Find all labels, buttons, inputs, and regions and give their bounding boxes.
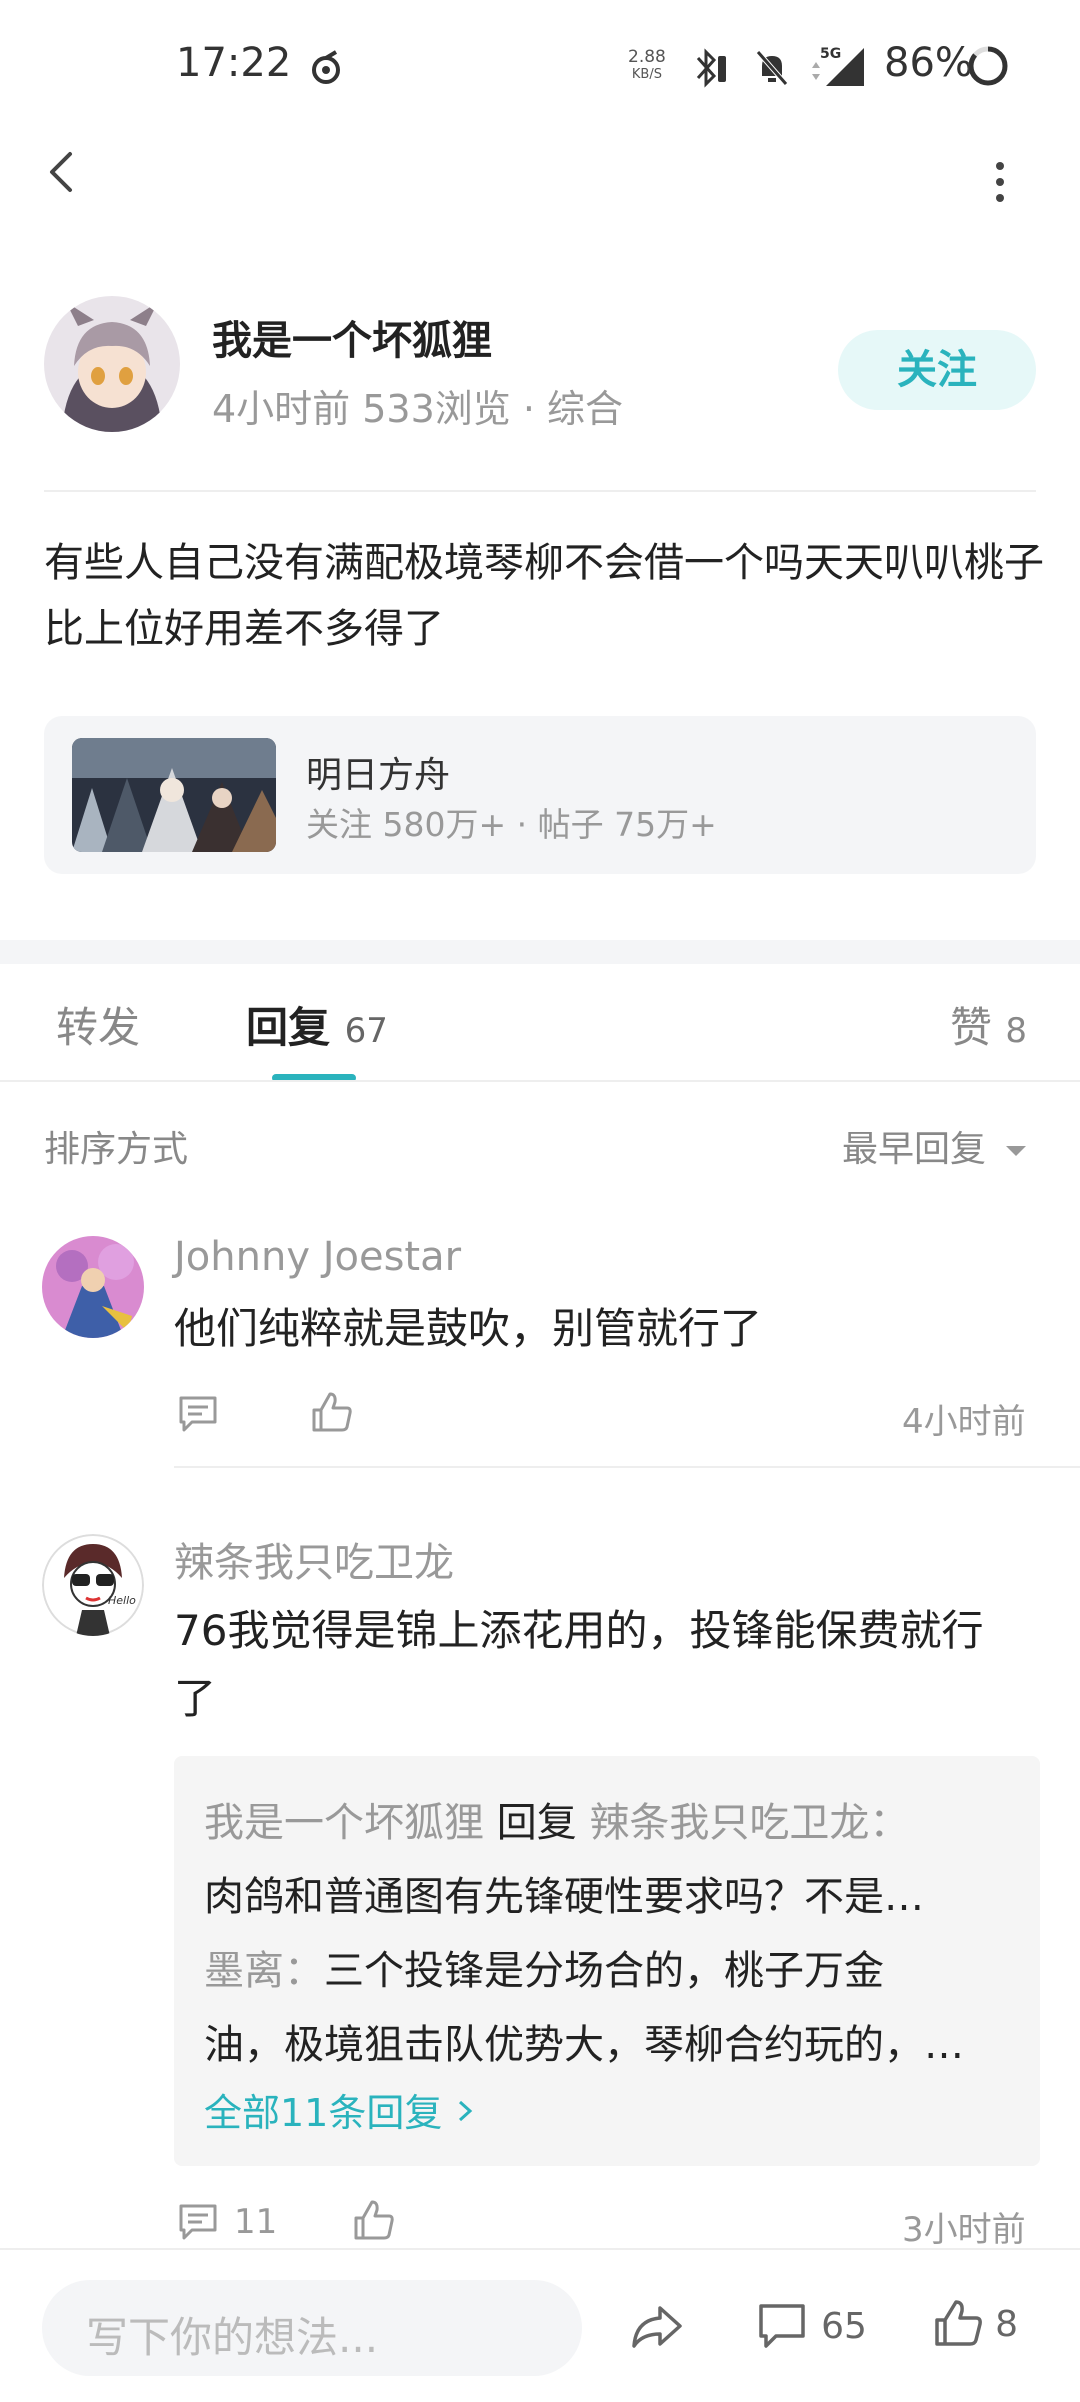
tab-reply-count: 67 xyxy=(344,1011,388,1051)
tab-like-count: 8 xyxy=(1005,1011,1028,1051)
author-name[interactable]: 我是一个坏狐狸 xyxy=(212,308,492,366)
divider xyxy=(44,490,1036,492)
tab-reply[interactable]: 回复 67 xyxy=(246,994,388,1055)
comment-time: 3小时前 xyxy=(902,2210,1026,2250)
comment-input[interactable]: 写下你的想法... xyxy=(42,2280,582,2376)
app-notification-icon xyxy=(312,50,340,84)
svg-text:Hello: Hello xyxy=(108,1594,136,1607)
comment-time: 4小时前 xyxy=(902,1402,1026,1442)
like-post-button[interactable]: 8 xyxy=(932,2298,1052,2354)
svg-text:5G: 5G xyxy=(820,46,841,62)
like-comment-icon[interactable] xyxy=(352,2198,396,2242)
comment-text: 他们纯粹就是鼓吹，别管就行了 xyxy=(174,1304,763,1353)
comment-author[interactable]: Johnny Joestar xyxy=(174,1234,461,1280)
tab-repost[interactable]: 转发 xyxy=(56,994,140,1055)
bottom-action-bar: 写下你的想法... 65 8 xyxy=(0,2248,1080,2402)
comment-count: 65 xyxy=(821,2305,867,2347)
battery-ring-icon xyxy=(968,46,1008,86)
thumbs-up-icon xyxy=(935,2300,982,2346)
battery-percent: 86% xyxy=(884,40,973,86)
reply-target[interactable]: 辣条我只吃卫龙： xyxy=(589,1800,909,1846)
reply-comment-icon[interactable] xyxy=(176,1392,220,1436)
follow-button[interactable]: 关注 xyxy=(838,330,1036,410)
nested-reply: 我是一个坏狐狸 回复 辣条我只吃卫龙： xyxy=(204,1790,1024,1848)
divider xyxy=(174,1466,1080,1468)
post-content: 有些人自己没有满配极境琴柳不会借一个吗天天叭叭桃子比上位好用差不多得了 xyxy=(44,540,1044,652)
comment-count-button[interactable]: 65 xyxy=(756,2300,896,2356)
comment-input-placeholder: 写下你的想法... xyxy=(86,2313,379,2362)
sort-dropdown[interactable]: 最早回复 xyxy=(842,1120,1029,1172)
mute-bell-icon xyxy=(756,50,788,86)
divider xyxy=(0,1080,1080,1082)
commenter-avatar[interactable]: Hello xyxy=(42,1534,144,1636)
author-avatar[interactable] xyxy=(44,296,180,432)
section-separator xyxy=(0,940,1080,964)
reply-verb: 回复 xyxy=(484,1800,590,1846)
reply-author[interactable]: 我是一个坏狐狸 xyxy=(204,1800,484,1846)
tab-like-label: 赞 xyxy=(950,1003,993,1052)
view-all-replies-link[interactable]: 全部11条回复 xyxy=(204,2082,1024,2137)
like-count: 8 xyxy=(995,2303,1018,2345)
bluetooth-icon xyxy=(696,48,726,88)
tab-like[interactable]: 赞 8 xyxy=(950,994,1027,1055)
sort-value: 最早回复 xyxy=(842,1129,987,1170)
reply-comment-icon[interactable] xyxy=(176,2200,220,2244)
comment-icon xyxy=(759,2304,805,2348)
signal-5g-icon: 5G xyxy=(812,46,864,86)
share-icon[interactable] xyxy=(630,2302,684,2352)
net-speed: 2.88 KB/S xyxy=(628,47,666,82)
game-card[interactable]: 明日方舟 关注 580万+ · 帖子 75万+ xyxy=(44,716,1036,874)
reply-author[interactable]: 墨离： xyxy=(204,1948,324,1994)
nested-reply-text: 油，极境狙击队优势大，琴柳合约玩的，… xyxy=(204,2022,964,2068)
comment-text-line1: 76我觉得是锦上添花用的，投锋能保费就行 xyxy=(174,1606,984,1655)
sort-label: 排序方式 xyxy=(44,1129,189,1170)
status-bar: 17:22 2.88 KB/S 5G 86% xyxy=(0,0,1080,140)
like-comment-icon[interactable] xyxy=(310,1390,354,1434)
comment-reply-count: 11 xyxy=(234,2202,278,2242)
view-all-replies-label: 全部11条回复 xyxy=(204,2091,443,2135)
commenter-avatar[interactable] xyxy=(42,1236,144,1338)
nested-reply: 墨离：三个投锋是分场合的，桃子万金 xyxy=(204,1938,1024,1996)
comment-text-line2: 了 xyxy=(174,1674,217,1723)
post-meta: 4小时前 533浏览 · 综合 xyxy=(212,387,624,431)
nested-reply-text: 肉鸽和普通图有先锋硬性要求吗？不是… xyxy=(204,1874,924,1920)
game-thumbnail xyxy=(72,738,276,852)
nested-reply-text: 三个投锋是分场合的，桃子万金 xyxy=(324,1948,884,1994)
nested-replies[interactable]: 我是一个坏狐狸 回复 辣条我只吃卫龙： 肉鸽和普通图有先锋硬性要求吗？不是… 墨… xyxy=(174,1756,1040,2166)
caret-down-icon xyxy=(1006,1146,1027,1156)
more-options-icon[interactable] xyxy=(990,160,1010,204)
comment-author[interactable]: 辣条我只吃卫龙 xyxy=(174,1530,454,1588)
chevron-right-icon xyxy=(459,2100,473,2122)
status-time: 17:22 xyxy=(176,40,292,86)
back-arrow-icon[interactable] xyxy=(40,150,84,194)
game-stats: 关注 580万+ · 帖子 75万+ xyxy=(306,805,717,844)
tab-reply-label: 回复 xyxy=(246,1003,331,1052)
game-name: 明日方舟 xyxy=(306,755,451,796)
